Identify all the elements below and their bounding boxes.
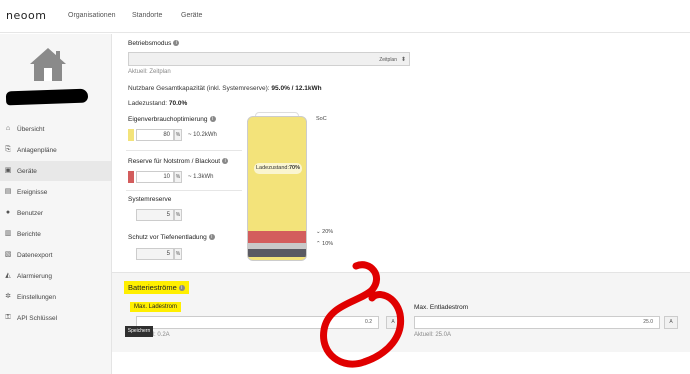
sidebar-item-label: Geräte (17, 167, 37, 175)
brand-logo[interactable]: neoom (6, 9, 46, 22)
sidebar-item-label: Berichte (17, 230, 41, 238)
sidebar: ⌂ Übersicht ⎘ Anlagenpläne ▣ Geräte ▤ Er… (0, 34, 112, 374)
info-icon[interactable]: i (173, 40, 180, 46)
charge-current-label: Max. Ladestrom (130, 302, 182, 312)
currents-title: Batterieströme i (124, 281, 189, 294)
battery-deep-discharge-segment (248, 249, 306, 257)
self-consumption-approx: ~ 10.2kWh (188, 132, 217, 138)
sidebar-item-einstellungen[interactable]: ✲ Einstellungen (0, 287, 111, 307)
sidebar-item-uebersicht[interactable]: ⌂ Übersicht (0, 119, 111, 139)
sidebar-item-api-schluessel[interactable]: ⚿ API Schlüssel (0, 308, 111, 328)
battery-label-value: 70% (289, 165, 301, 171)
discharge-current-label: Max. Entladestrom (414, 304, 469, 311)
nav-geraete[interactable]: Geräte (181, 12, 202, 19)
sidebar-item-label: Benutzer (17, 209, 44, 217)
sidebar-item-benutzer[interactable]: ● Benutzer (0, 203, 111, 223)
battery-charge-label: Ladezustand:70% (254, 163, 302, 174)
marker-20-text: 20% (322, 229, 334, 235)
sidebar-item-label: Übersicht (17, 125, 45, 133)
sidebar-item-berichte[interactable]: ▥ Berichte (0, 224, 111, 244)
betriebsmodus-label-text: Betriebsmodus (128, 40, 172, 47)
nav-organisationen[interactable]: Organisationen (68, 12, 115, 19)
sidebar-item-alarmierung[interactable]: ◭ Alarmierung (0, 266, 111, 286)
system-reserve-label-text: Systemreserve (128, 196, 172, 203)
emergency-reserve-approx: ~ 1.3kWh (188, 174, 214, 180)
system-reserve-input: 5 (136, 209, 174, 221)
emergency-reserve-label-text: Reserve für Notstrom / Blackout (128, 158, 221, 165)
export-icon: ▧ (4, 251, 12, 258)
betriebsmodus-label: Betriebsmodus i (128, 40, 180, 47)
deep-discharge-label: Schutz vor Tiefenentladung i (128, 234, 215, 241)
info-icon[interactable]: i (209, 116, 216, 122)
self-consumption-unit: % (174, 129, 182, 141)
currents-title-text: Batterieströme (128, 283, 177, 292)
sidebar-item-ereignisse[interactable]: ▤ Ereignisse (0, 182, 111, 202)
sidebar-item-datenexport[interactable]: ▧ Datenexport (0, 245, 111, 265)
capacity-value: 95.0% / 12.1kWh (271, 85, 322, 92)
system-reserve-unit: % (174, 209, 182, 221)
emergency-reserve-label: Reserve für Notstrom / Blackout i (128, 158, 229, 165)
betriebsmodus-selected: Zeitplan (379, 57, 397, 63)
divider (126, 150, 242, 151)
plan-icon: ⎘ (5, 146, 11, 153)
self-consumption-color (128, 129, 134, 141)
top-navigation: neoom Organisationen Standorte Geräte (0, 0, 690, 33)
sidebar-item-label: Einstellungen (17, 293, 57, 301)
betriebsmodus-select[interactable]: Zeitplan ⬍ (128, 52, 410, 66)
key-icon: ⚿ (5, 314, 11, 321)
user-icon: ● (5, 209, 11, 216)
red-circle-annotation (320, 261, 405, 368)
deep-discharge-label-text: Schutz vor Tiefenentladung (128, 234, 207, 241)
gear-icon: ✲ (5, 293, 11, 300)
self-consumption-label-text: Eigenverbrauchoptimierung (128, 116, 208, 123)
sidebar-item-label: Ereignisse (17, 188, 48, 196)
alarm-icon: ◭ (5, 272, 11, 279)
house-icon (26, 46, 70, 86)
nav-standorte[interactable]: Standorte (132, 12, 162, 19)
sidebar-item-label: Alarmierung (17, 272, 53, 280)
device-icon: ▣ (4, 167, 12, 174)
reserve-settings: Eigenverbrauchoptimierung i 80 % ~ 10.2kW… (126, 112, 242, 267)
marker-10: ⌃ 10% (316, 241, 334, 247)
info-icon[interactable]: i (222, 158, 229, 164)
discharge-current-actual: Aktuell: 25.0A (414, 332, 452, 338)
discharge-current-input[interactable]: 25.0 (414, 316, 660, 329)
home-icon: ⌂ (5, 125, 11, 132)
soc-label: SoC (316, 116, 327, 122)
sidebar-item-label: Anlagenpläne (17, 146, 57, 154)
deep-discharge-unit: % (174, 248, 182, 260)
chevron-down-icon: ⬍ (400, 57, 406, 63)
divider (126, 190, 242, 191)
sidebar-item-geraete[interactable]: ▣ Geräte (0, 161, 111, 181)
info-icon[interactable]: i (178, 285, 185, 291)
report-icon: ▥ (4, 230, 12, 237)
charge-state-prefix: Ladezustand: (128, 100, 168, 107)
discharge-current-unit: A (664, 316, 678, 329)
sidebar-item-label: Datenexport (17, 251, 53, 259)
self-consumption-input[interactable]: 80 (136, 129, 174, 141)
capacity-text: Nutzbare Gesamtkapazität (inkl. Systemre… (128, 85, 322, 92)
redacted-name (5, 88, 89, 106)
betriebsmodus-current: Aktuell: Zeitplan (128, 69, 171, 75)
emergency-reserve-color (128, 171, 134, 183)
capacity-prefix: Nutzbare Gesamtkapazität (inkl. Systemre… (128, 85, 270, 92)
marker-10-text: 10% (322, 241, 334, 247)
deep-discharge-input: 5 (136, 248, 174, 260)
save-button[interactable]: Speichern (125, 326, 153, 337)
sidebar-item-label: API Schlüssel (17, 314, 58, 322)
battery-emergency-segment (248, 231, 306, 243)
battery-gauge: Ladezustand:70% (247, 116, 307, 261)
events-icon: ▤ (4, 188, 12, 195)
marker-20: ⌄ 20% (316, 229, 334, 235)
self-consumption-label: Eigenverbrauchoptimierung i (128, 116, 216, 123)
info-icon[interactable]: i (208, 234, 215, 240)
battery-label-prefix: Ladezustand: (255, 165, 289, 171)
charge-state-text: Ladezustand: 70.0% (128, 100, 187, 107)
charge-state-value: 70.0% (168, 100, 188, 107)
system-reserve-label: Systemreserve (128, 196, 171, 203)
emergency-reserve-unit: % (174, 171, 182, 183)
emergency-reserve-input[interactable]: 10 (136, 171, 174, 183)
sidebar-item-anlagenplaene[interactable]: ⎘ Anlagenpläne (0, 140, 111, 160)
